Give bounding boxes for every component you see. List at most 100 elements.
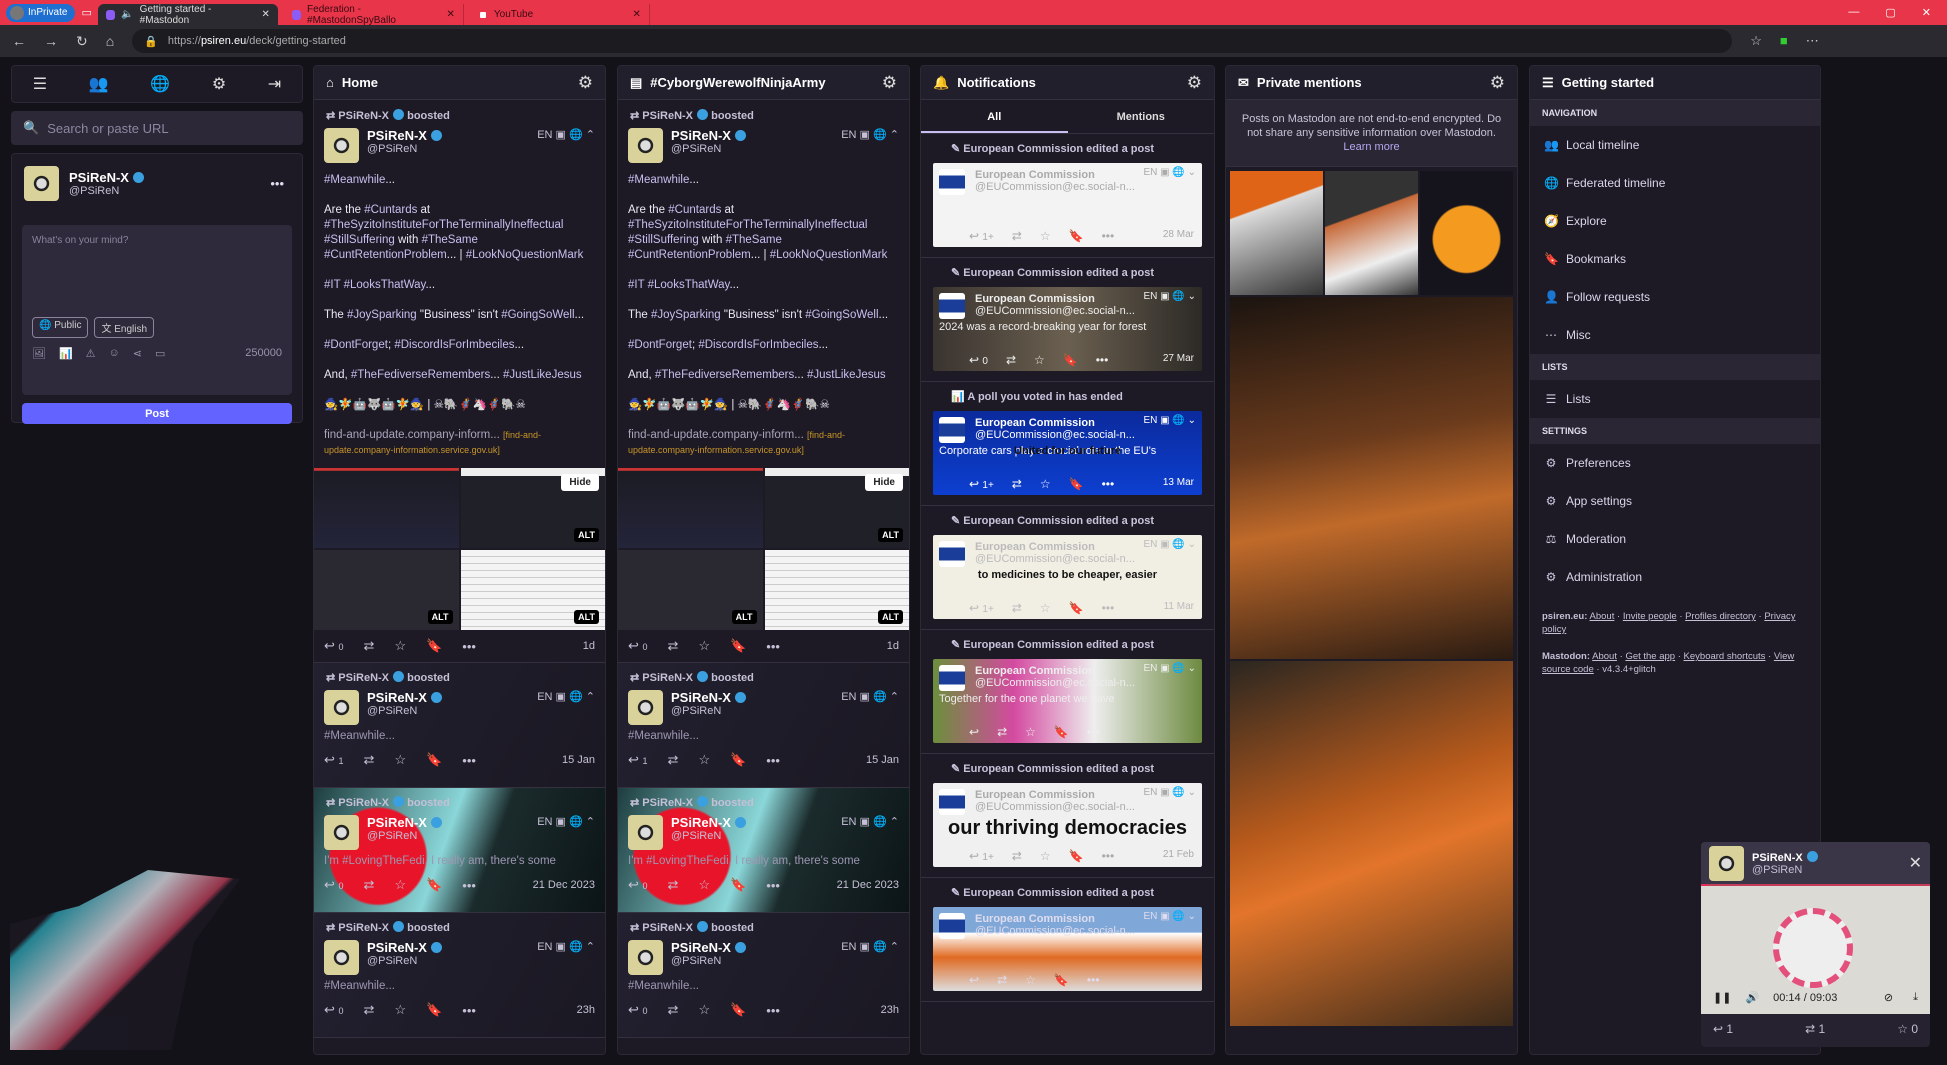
more-button[interactable]: ••• (1087, 973, 1100, 987)
pause-icon[interactable]: ❚❚ (1713, 991, 1731, 1004)
nav-item-moderation[interactable]: ⚖ Moderation (1530, 520, 1820, 558)
more-button[interactable]: ••• (766, 1003, 780, 1018)
timestamp[interactable]: 13 Mar (1163, 477, 1194, 491)
column-settings-icon[interactable]: ⚙ (882, 73, 897, 93)
poll-icon[interactable]: 📊 (59, 347, 73, 360)
handle[interactable]: @PSiReN (367, 143, 442, 155)
more-button[interactable]: ••• (1096, 353, 1109, 367)
media-image[interactable]: Hide ALT (764, 468, 909, 548)
hide-icon[interactable]: ⊘ (1884, 991, 1893, 1004)
status-post[interactable]: ⇄ PSiReN-X boosted PSiReN-X @PSiReN EN ▣ … (618, 101, 909, 663)
display-name[interactable]: PSiReN-X (367, 940, 427, 955)
eu-avatar[interactable] (939, 541, 965, 567)
handle[interactable]: @EUCommission@ec.social-n... (975, 925, 1196, 937)
bookmark-button[interactable]: 🔖 (1054, 725, 1069, 739)
bookmark-button[interactable]: 🔖 (730, 638, 746, 654)
speaker-icon[interactable]: 🔈 (121, 9, 133, 20)
handle[interactable]: @PSiReN (671, 955, 746, 967)
alt-badge[interactable]: ALT (427, 610, 453, 624)
boost-button[interactable]: ⇄ (1012, 229, 1022, 243)
expand-icon[interactable]: ⌄ (1188, 539, 1196, 550)
boost-button[interactable]: ⇄ (1012, 601, 1022, 615)
notification[interactable]: ✎ European Commission edited a post EN ▣… (921, 754, 1214, 878)
media-image[interactable]: ALT (764, 550, 909, 630)
display-name[interactable]: PSiReN-X (367, 128, 427, 143)
more-button[interactable]: ••• (766, 639, 780, 654)
eu-avatar[interactable] (939, 417, 965, 443)
expand-icon[interactable]: ⌄ (1188, 167, 1196, 178)
column-settings-icon[interactable]: ⚙ (578, 73, 593, 93)
expand-icon[interactable]: ⌄ (1188, 415, 1196, 426)
handle[interactable]: @EUCommission@ec.social-n... (975, 801, 1196, 813)
keyboard-shortcuts-link[interactable]: Keyboard shortcuts (1684, 651, 1766, 662)
emoji-icon[interactable]: ☺ (109, 347, 120, 360)
boost-button[interactable]: ⇄ 1 (1805, 1022, 1825, 1036)
nav-item-app-settings[interactable]: ⚙ App settings (1530, 482, 1820, 520)
nav-item-administration[interactable]: ⚙ Administration (1530, 558, 1820, 596)
column-settings-icon[interactable]: ⚙ (1187, 73, 1202, 93)
home-feed[interactable]: ⇄ PSiReN-X boosted PSiReN-X @PSiReN EN ▣ … (314, 101, 605, 1054)
mechanic-artwork-image[interactable] (1230, 661, 1513, 1026)
boost-button[interactable]: ⇄ (668, 877, 679, 893)
expand-icon[interactable]: ⌃ (586, 691, 595, 703)
about-link[interactable]: About (1590, 611, 1615, 622)
favourite-button[interactable]: ☆ (1040, 229, 1051, 243)
tab-all[interactable]: All (921, 100, 1068, 133)
avatar[interactable] (628, 940, 663, 975)
display-name[interactable]: PSiReN-X (671, 815, 731, 830)
expand-icon[interactable]: ⌃ (890, 816, 899, 828)
close-tab-icon[interactable]: ✕ (261, 9, 269, 20)
avatar[interactable] (24, 166, 59, 201)
reply-button[interactable]: ↩ 1+ (969, 849, 994, 863)
get-app-link[interactable]: Get the app (1625, 651, 1675, 662)
handle[interactable]: @PSiReN (671, 830, 746, 842)
expand-icon[interactable]: ⌃ (890, 941, 899, 953)
more-button[interactable]: ••• (1102, 477, 1115, 491)
progress-bar[interactable] (1701, 884, 1707, 886)
extension-icon[interactable]: ■ (1780, 33, 1788, 49)
bookmark-button[interactable]: 🔖 (1069, 229, 1084, 243)
more-button[interactable]: ••• (766, 753, 780, 768)
bookmark-button[interactable]: 🔖 (426, 638, 442, 654)
eu-avatar[interactable] (939, 293, 965, 319)
bookmark-button[interactable]: 🔖 (1063, 353, 1078, 367)
tab-actions-icon[interactable]: ▭ (81, 6, 91, 19)
wolf-avatar-image[interactable] (1230, 171, 1323, 295)
alt-badge[interactable]: ALT (878, 610, 903, 624)
home-icon[interactable]: ⌂ (106, 33, 114, 49)
eu-avatar[interactable] (939, 665, 965, 691)
avatar[interactable] (324, 940, 359, 975)
timestamp[interactable]: 1d (887, 640, 899, 652)
display-name[interactable]: PSiReN-X (671, 690, 731, 705)
reply-button[interactable]: ↩ 0 (628, 638, 648, 654)
more-button[interactable]: ••• (766, 878, 780, 893)
status-post[interactable]: ⇄ PSiReN-X boosted PSiReN-X @PSiReN EN ▣ … (314, 663, 605, 788)
status-post[interactable]: ⇄ PSiReN-X boosted PSiReN-X @PSiReN EN ▣ … (314, 101, 605, 663)
more-button[interactable]: ••• (462, 878, 476, 893)
language-button[interactable]: 文 English (94, 317, 155, 338)
browser-tab-federation[interactable]: Federation - #MastodonSpyBallo ✕ (284, 4, 464, 26)
menu-icon[interactable]: ☰ (33, 74, 47, 94)
display-name[interactable]: PSiReN-X (671, 940, 731, 955)
bookmark-button[interactable]: 🔖 (1069, 849, 1084, 863)
bookmark-button[interactable]: 🔖 (1054, 973, 1069, 987)
status-post[interactable]: ⇄ PSiReN-X boosted PSiReN-X @PSiReN EN ▣ … (314, 913, 605, 1038)
logout-icon[interactable]: ⇥ (268, 74, 281, 94)
timestamp[interactable]: 1d (583, 640, 595, 652)
media-image[interactable]: Hide ALT (460, 468, 605, 548)
media-image[interactable]: ALT (460, 550, 605, 630)
people-icon[interactable]: 👥 (89, 74, 109, 94)
alt-badge[interactable]: ALT (731, 610, 757, 624)
boost-button[interactable]: ⇄ (1006, 353, 1016, 367)
expand-icon[interactable]: ⌃ (586, 941, 595, 953)
reply-button[interactable]: ↩ 0 (324, 877, 344, 893)
favourite-button[interactable]: ☆ (394, 752, 406, 768)
notification[interactable]: ✎ European Commission edited a post EN ▣… (921, 630, 1214, 754)
bookmark-button[interactable]: 🔖 (1069, 601, 1084, 615)
status-post[interactable]: ⇄ PSiReN-X boosted PSiReN-X @PSiReN EN ▣ … (618, 663, 909, 788)
alt-badge[interactable]: ALT (574, 610, 599, 624)
status-card[interactable]: EN ▣ 🌐 ⌄ European Commission @EUCommissio… (933, 535, 1202, 619)
alt-badge[interactable]: ALT (878, 528, 903, 542)
favourite-button[interactable]: ☆ (698, 752, 710, 768)
download-icon[interactable]: ⤓ (1913, 991, 1918, 1004)
